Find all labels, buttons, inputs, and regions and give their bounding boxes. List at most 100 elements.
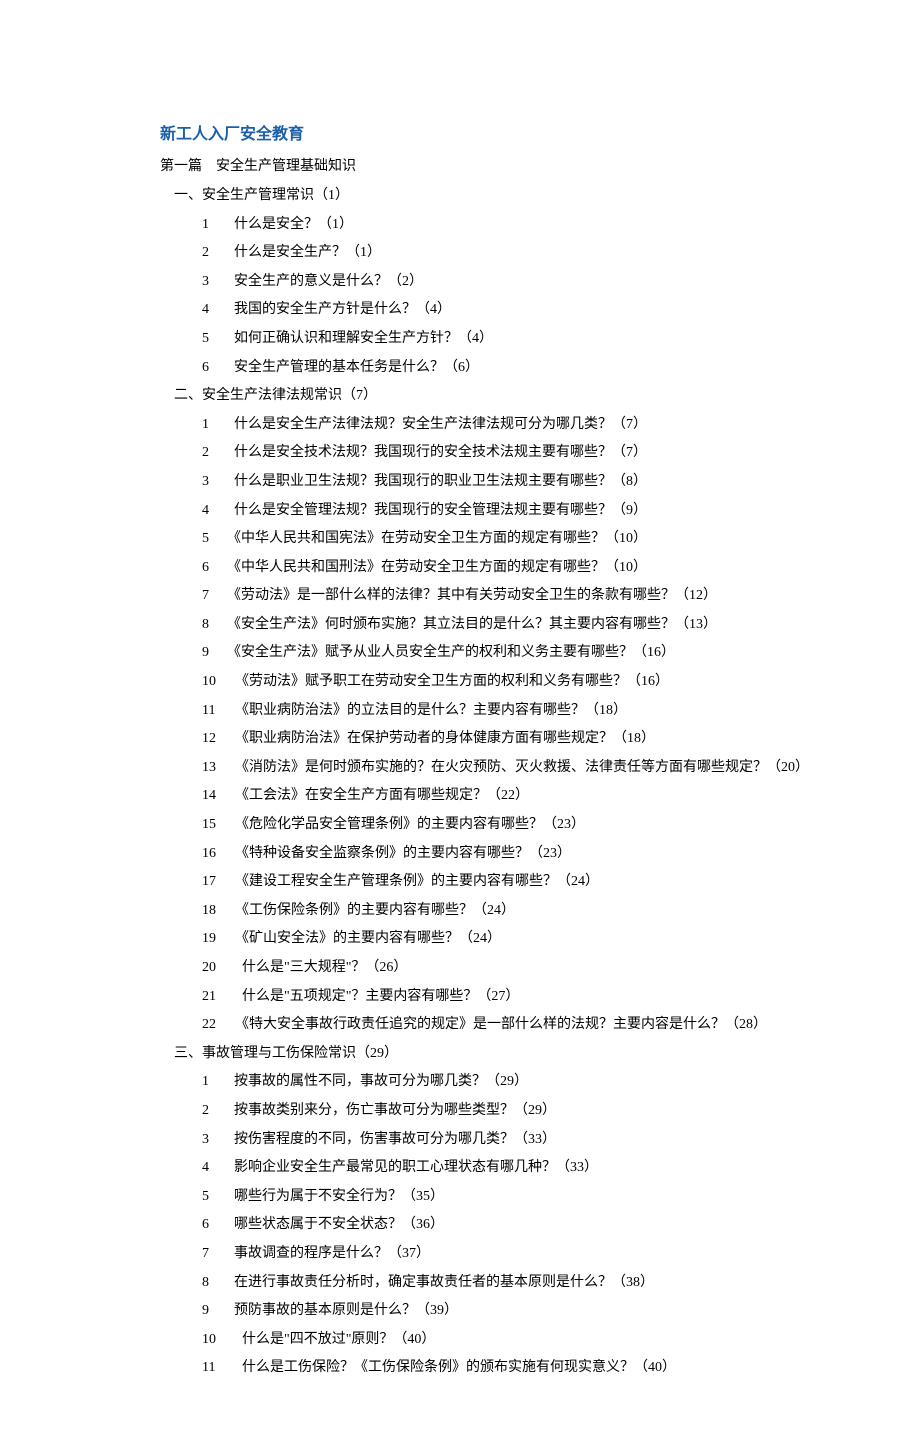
toc-item: 4 什么是安全管理法规？我国现行的安全管理法规主要有哪些？（9） — [160, 498, 820, 525]
item-text: 事故调查的程序是什么？（37） — [220, 1246, 430, 1261]
toc-item: 11 《职业病防治法》的立法目的是什么？主要内容有哪些？（18） — [160, 698, 820, 725]
section-heading: 三、事故管理与工伤保险常识（29） — [160, 1041, 820, 1068]
item-number: 2 — [202, 1098, 220, 1125]
item-number: 9 — [202, 1298, 220, 1325]
item-number: 15 — [202, 812, 228, 839]
item-number: 5 — [202, 1184, 220, 1211]
item-text: 按事故类别来分，伤亡事故可分为哪些类型？（29） — [220, 1103, 556, 1118]
item-text: 什么是安全生产？（1） — [220, 245, 381, 260]
item-text: 安全生产管理的基本任务是什么？（6） — [220, 360, 479, 375]
toc-item: 3 安全生产的意义是什么？（2） — [160, 269, 820, 296]
toc-item: 9 预防事故的基本原则是什么？（39） — [160, 1298, 820, 1325]
item-number: 2 — [202, 440, 220, 467]
part-heading: 第一篇 安全生产管理基础知识 — [160, 154, 820, 181]
item-text: 什么是安全生产法律法规？安全生产法律法规可分为哪几类？（7） — [220, 417, 647, 432]
toc-item: 10 《劳动法》赋予职工在劳动安全卫生方面的权利和义务有哪些？（16） — [160, 669, 820, 696]
item-text: 《消防法》是何时颁布实施的？在火灾预防、灭火救援、法律责任等方面有哪些规定？（2… — [228, 760, 809, 775]
item-number: 10 — [202, 1327, 228, 1354]
item-text: 什么是安全？（1） — [220, 217, 353, 232]
item-number: 8 — [202, 612, 220, 639]
item-number: 9 — [202, 640, 220, 667]
toc-item: 6 安全生产管理的基本任务是什么？（6） — [160, 355, 820, 382]
section-heading: 一、安全生产管理常识（1） — [160, 183, 820, 210]
toc-item: 1 什么是安全？（1） — [160, 212, 820, 239]
toc-item: 6 《中华人民共和国刑法》在劳动安全卫生方面的规定有哪些？（10） — [160, 555, 820, 582]
item-text: 如何正确认识和理解安全生产方针？（4） — [220, 331, 493, 346]
item-number: 12 — [202, 726, 228, 753]
item-text: 《工会法》在安全生产方面有哪些规定？（22） — [228, 788, 529, 803]
item-number: 22 — [202, 1012, 228, 1039]
item-number: 6 — [202, 355, 220, 382]
item-text: 什么是工伤保险？《工伤保险条例》的颁布实施有何现实意义？（40） — [228, 1360, 676, 1375]
toc-item: 17 《建设工程安全生产管理条例》的主要内容有哪些？（24） — [160, 869, 820, 896]
item-number: 7 — [202, 1241, 220, 1268]
item-number: 21 — [202, 984, 228, 1011]
item-text: 《矿山安全法》的主要内容有哪些？（24） — [228, 931, 501, 946]
item-text: 《中华人民共和国刑法》在劳动安全卫生方面的规定有哪些？（10） — [220, 560, 647, 575]
item-number: 8 — [202, 1270, 220, 1297]
item-text: 《安全生产法》赋予从业人员安全生产的权利和义务主要有哪些？（16） — [220, 645, 675, 660]
item-text: 按伤害程度的不同，伤害事故可分为哪几类？（33） — [220, 1132, 556, 1147]
item-number: 14 — [202, 783, 228, 810]
item-text: 《建设工程安全生产管理条例》的主要内容有哪些？（24） — [228, 874, 599, 889]
item-text: 哪些状态属于不安全状态？（36） — [220, 1217, 444, 1232]
item-number: 6 — [202, 555, 220, 582]
item-text: 什么是"四不放过"原则？（40） — [228, 1332, 435, 1347]
item-number: 11 — [202, 1355, 228, 1382]
item-number: 1 — [202, 1069, 220, 1096]
toc-item: 18 《工伤保险条例》的主要内容有哪些？（24） — [160, 898, 820, 925]
item-text: 《工伤保险条例》的主要内容有哪些？（24） — [228, 903, 515, 918]
item-number: 3 — [202, 269, 220, 296]
item-text: 《职业病防治法》的立法目的是什么？主要内容有哪些？（18） — [228, 703, 627, 718]
item-text: 《职业病防治法》在保护劳动者的身体健康方面有哪些规定？（18） — [228, 731, 655, 746]
item-number: 19 — [202, 926, 228, 953]
toc-item: 3 按伤害程度的不同，伤害事故可分为哪几类？（33） — [160, 1127, 820, 1154]
toc-item: 22 《特大安全事故行政责任追究的规定》是一部什么样的法规？主要内容是什么？（2… — [160, 1012, 820, 1039]
item-number: 16 — [202, 841, 228, 868]
item-number: 4 — [202, 297, 220, 324]
toc-item: 16 《特种设备安全监察条例》的主要内容有哪些？（23） — [160, 841, 820, 868]
toc-item: 2 什么是安全生产？（1） — [160, 240, 820, 267]
item-text: 我国的安全生产方针是什么？（4） — [220, 302, 451, 317]
toc-item: 4 我国的安全生产方针是什么？（4） — [160, 297, 820, 324]
item-number: 17 — [202, 869, 228, 896]
item-number: 1 — [202, 412, 220, 439]
toc-item: 2 按事故类别来分，伤亡事故可分为哪些类型？（29） — [160, 1098, 820, 1125]
item-number: 13 — [202, 755, 228, 782]
item-number: 18 — [202, 898, 228, 925]
item-number: 4 — [202, 1155, 220, 1182]
toc-item: 21 什么是"五项规定"？主要内容有哪些？（27） — [160, 984, 820, 1011]
item-text: 按事故的属性不同，事故可分为哪几类？（29） — [220, 1074, 528, 1089]
item-text: 在进行事故责任分析时，确定事故责任者的基本原则是什么？（38） — [220, 1275, 654, 1290]
item-number: 4 — [202, 498, 220, 525]
item-number: 5 — [202, 526, 220, 553]
toc-item: 8 在进行事故责任分析时，确定事故责任者的基本原则是什么？（38） — [160, 1270, 820, 1297]
item-number: 3 — [202, 1127, 220, 1154]
item-number: 7 — [202, 583, 220, 610]
item-text: 《劳动法》是一部什么样的法律？其中有关劳动安全卫生的条款有哪些？（12） — [220, 588, 717, 603]
toc-item: 12 《职业病防治法》在保护劳动者的身体健康方面有哪些规定？（18） — [160, 726, 820, 753]
toc-item: 15 《危险化学品安全管理条例》的主要内容有哪些？（23） — [160, 812, 820, 839]
item-text: 影响企业安全生产最常见的职工心理状态有哪几种？（33） — [220, 1160, 598, 1175]
item-number: 2 — [202, 240, 220, 267]
toc-item: 19 《矿山安全法》的主要内容有哪些？（24） — [160, 926, 820, 953]
toc-item: 7 《劳动法》是一部什么样的法律？其中有关劳动安全卫生的条款有哪些？（12） — [160, 583, 820, 610]
toc-item: 9 《安全生产法》赋予从业人员安全生产的权利和义务主要有哪些？（16） — [160, 640, 820, 667]
item-number: 20 — [202, 955, 228, 982]
toc-item: 7 事故调查的程序是什么？（37） — [160, 1241, 820, 1268]
item-number: 10 — [202, 669, 228, 696]
toc-item: 5 如何正确认识和理解安全生产方针？（4） — [160, 326, 820, 353]
item-text: 什么是安全技术法规？我国现行的安全技术法规主要有哪些？（7） — [220, 445, 647, 460]
toc-item: 1 按事故的属性不同，事故可分为哪几类？（29） — [160, 1069, 820, 1096]
section-heading: 二、安全生产法律法规常识（7） — [160, 383, 820, 410]
item-text: 什么是"五项规定"？主要内容有哪些？（27） — [228, 989, 519, 1004]
item-text: 预防事故的基本原则是什么？（39） — [220, 1303, 458, 1318]
toc-item: 20 什么是"三大规程"？（26） — [160, 955, 820, 982]
item-number: 6 — [202, 1212, 220, 1239]
item-text: 《危险化学品安全管理条例》的主要内容有哪些？（23） — [228, 817, 585, 832]
item-number: 11 — [202, 698, 228, 725]
item-text: 《特种设备安全监察条例》的主要内容有哪些？（23） — [228, 846, 571, 861]
item-number: 5 — [202, 326, 220, 353]
toc-item: 5 哪些行为属于不安全行为？（35） — [160, 1184, 820, 1211]
toc-item: 14 《工会法》在安全生产方面有哪些规定？（22） — [160, 783, 820, 810]
